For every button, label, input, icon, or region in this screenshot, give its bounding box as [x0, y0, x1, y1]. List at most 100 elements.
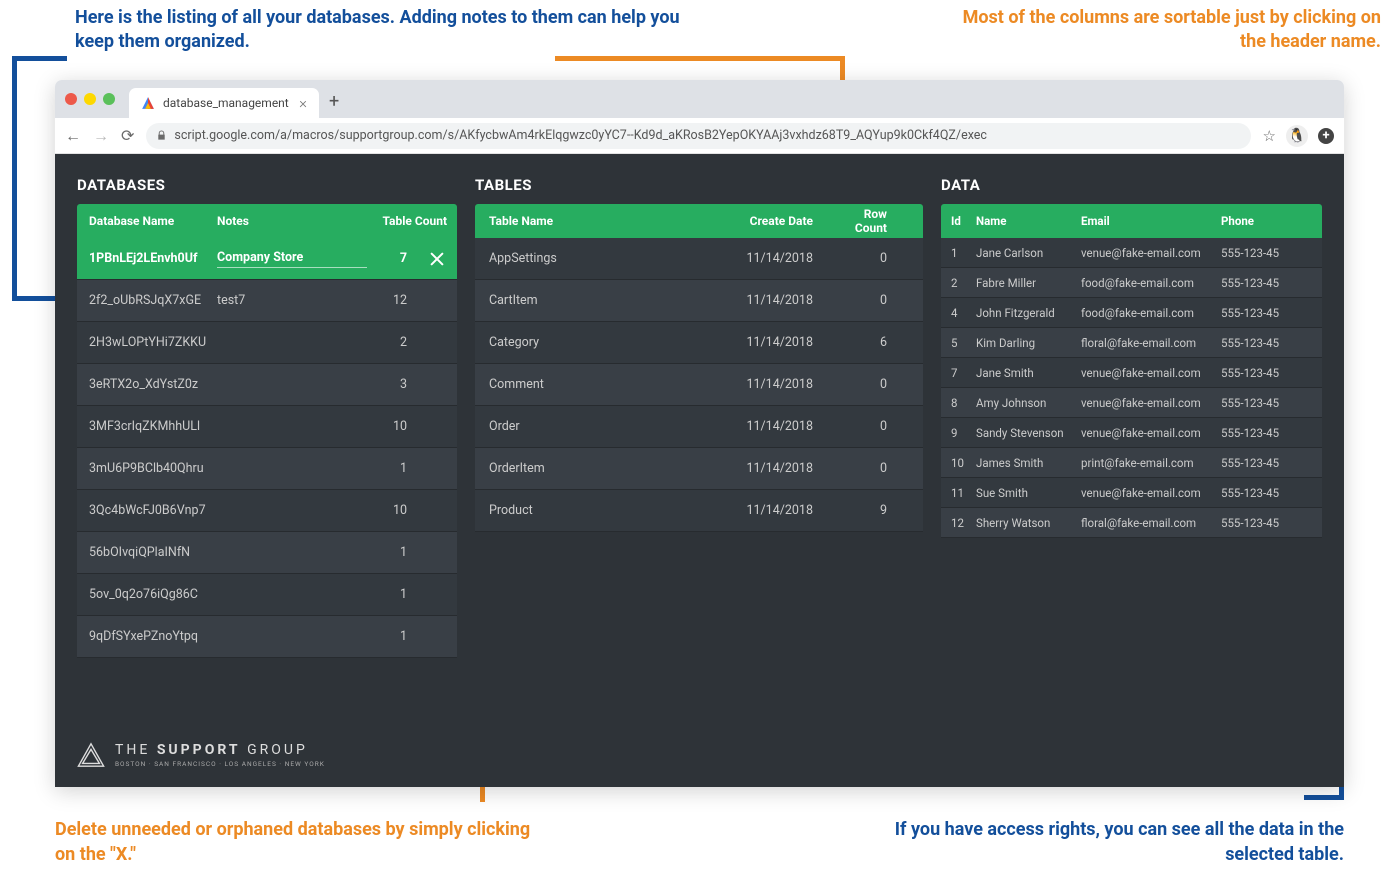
extension-icon[interactable]: +	[1318, 128, 1334, 144]
tables-rows: AppSettings11/14/20180CartItem11/14/2018…	[475, 238, 923, 532]
col-header-db-name[interactable]: Database Name	[77, 214, 217, 228]
table-row[interactable]: 5ov_0q2o76iQg86C1	[77, 574, 457, 616]
table-row[interactable]: 2H3wLOPtYHi7ZKKU2	[77, 322, 457, 364]
browser-address-bar: ← → ⟳ script.google.com/a/macros/support…	[55, 118, 1344, 154]
data-name-cell: Fabre Miller	[971, 276, 1081, 290]
data-name-cell: Jane Carlson	[971, 246, 1081, 260]
table-row[interactable]: Comment11/14/20180	[475, 364, 923, 406]
db-notes-cell[interactable]: Company Store	[217, 250, 367, 268]
annotation-bottom-right: If you have access rights, you can see a…	[824, 818, 1344, 867]
col-header-db-notes[interactable]: Notes	[217, 214, 367, 228]
db-delete-button[interactable]	[417, 251, 457, 267]
browser-window: database_management × + ← → ⟳ script.goo…	[55, 80, 1344, 787]
table-rowcount-cell: 0	[833, 419, 923, 434]
footer-logo: THE SUPPORT GROUP BOSTON · SAN FRANCISCO…	[77, 741, 325, 769]
table-row[interactable]: 10James Smithprint@fake-email.com555-123…	[941, 448, 1322, 478]
db-notes-cell[interactable]: test7	[217, 293, 367, 308]
table-row[interactable]: 2f2_oUbRSJqX7xGEtest712	[77, 280, 457, 322]
table-rowcount-cell: 0	[833, 377, 923, 392]
data-email-cell: venue@fake-email.com	[1081, 426, 1221, 440]
col-header-table-date[interactable]: Create Date	[713, 214, 833, 228]
tab-close-icon[interactable]: ×	[299, 94, 307, 112]
col-header-data-phone[interactable]: Phone	[1221, 214, 1299, 228]
db-count-cell: 1	[367, 545, 417, 560]
window-maximize-icon[interactable]	[103, 93, 115, 105]
table-name-cell: Product	[475, 503, 713, 518]
data-title: DATA	[941, 176, 1322, 194]
data-email-cell: venue@fake-email.com	[1081, 486, 1221, 500]
tableila-date-cell: 11/14/2018	[713, 335, 833, 350]
bookmark-star-icon[interactable]: ☆	[1263, 127, 1276, 145]
db-count-cell: 7	[367, 251, 417, 266]
nav-back-icon[interactable]: ←	[65, 126, 81, 146]
data-phone-cell: 555-123-45	[1221, 276, 1299, 290]
nav-forward-icon[interactable]: →	[93, 126, 109, 146]
table-row[interactable]: 1PBnLEj2LEnvh0UfCompany Store7	[77, 238, 457, 280]
table-row[interactable]: 1Jane Carlsonvenue@fake-email.com555-123…	[941, 238, 1322, 268]
db-name-cell: 3eRTX2o_XdYstZ0z	[77, 377, 217, 392]
data-email-cell: food@fake-email.com	[1081, 276, 1221, 290]
data-email-cell: floral@fake-email.com	[1081, 516, 1221, 530]
table-row[interactable]: CartItem11/14/20180	[475, 280, 923, 322]
table-row[interactable]: 2Fabre Millerfood@fake-email.com555-123-…	[941, 268, 1322, 298]
table-row[interactable]: 7Jane Smithvenue@fake-email.com555-123-4…	[941, 358, 1322, 388]
url-input[interactable]: script.google.com/a/macros/supportgroup.…	[146, 123, 1250, 149]
table-row[interactable]: OrderItem11/14/20180	[475, 448, 923, 490]
table-row[interactable]: 3eRTX2o_XdYstZ0z3	[77, 364, 457, 406]
table-row[interactable]: Category11/14/20186	[475, 322, 923, 364]
data-panel: DATA Id Name Email Phone 1Jane Carlsonve…	[941, 176, 1322, 787]
col-header-data-id[interactable]: Id	[941, 214, 971, 228]
databases-rows: 1PBnLEj2LEnvh0UfCompany Store72f2_oUbRSJ…	[77, 238, 457, 658]
close-icon	[429, 251, 445, 267]
data-name-cell: Sue Smith	[971, 486, 1081, 500]
browser-tabbar: database_management × +	[55, 80, 1344, 118]
tables-title: TABLES	[475, 176, 923, 194]
databases-header: Database Name Notes Table Count	[77, 204, 457, 238]
db-count-cell: 12	[367, 293, 417, 308]
data-email-cell: floral@fake-email.com	[1081, 336, 1221, 350]
new-tab-button[interactable]: +	[329, 91, 339, 112]
table-row[interactable]: 9Sandy Stevensonvenue@fake-email.com555-…	[941, 418, 1322, 448]
nav-reload-icon[interactable]: ⟳	[121, 126, 134, 145]
window-controls	[65, 93, 115, 105]
table-row[interactable]: 56bOIvqiQPlaINfN1	[77, 532, 457, 574]
table-row[interactable]: 5Kim Darlingfloral@fake-email.com555-123…	[941, 328, 1322, 358]
col-header-data-name[interactable]: Name	[971, 214, 1081, 228]
annotation-top-right: Most of the columns are sortable just by…	[961, 6, 1381, 55]
table-row[interactable]: 9qDfSYxePZnoYtpq1	[77, 616, 457, 658]
data-phone-cell: 555-123-45	[1221, 486, 1299, 500]
tables-panel: TABLES Table Name Create Date Row Count …	[475, 176, 923, 787]
data-name-cell: John Fitzgerald	[971, 306, 1081, 320]
table-name-cell: Order	[475, 419, 713, 434]
table-row[interactable]: Product11/14/20189	[475, 490, 923, 532]
table-row[interactable]: 3mU6P9BClb40Qhru1	[77, 448, 457, 490]
window-minimize-icon[interactable]	[84, 93, 96, 105]
col-header-data-email[interactable]: Email	[1081, 214, 1221, 228]
table-row[interactable]: Order11/14/20180	[475, 406, 923, 448]
db-count-cell: 10	[367, 503, 417, 518]
col-header-table-name[interactable]: Table Name	[475, 214, 713, 228]
table-row[interactable]: 3MF3crIqZKMhhULl10	[77, 406, 457, 448]
data-id-cell: 10	[941, 456, 971, 470]
data-phone-cell: 555-123-45	[1221, 336, 1299, 350]
db-count-cell: 10	[367, 419, 417, 434]
table-row[interactable]: 12Sherry Watsonfloral@fake-email.com555-…	[941, 508, 1322, 538]
data-name-cell: Sherry Watson	[971, 516, 1081, 530]
table-row[interactable]: 8Amy Johnsonvenue@fake-email.com555-123-…	[941, 388, 1322, 418]
table-row[interactable]: 3Qc4bWcFJ0B6Vnp710	[77, 490, 457, 532]
data-id-cell: 8	[941, 396, 971, 410]
profile-avatar-icon[interactable]: 🐧	[1286, 125, 1308, 147]
url-text: script.google.com/a/macros/supportgroup.…	[174, 128, 987, 143]
data-id-cell: 5	[941, 336, 971, 350]
table-row[interactable]: AppSettings11/14/20180	[475, 238, 923, 280]
table-row[interactable]: 4John Fitzgeraldfood@fake-email.com555-1…	[941, 298, 1322, 328]
window-close-icon[interactable]	[65, 93, 77, 105]
data-email-cell: food@fake-email.com	[1081, 306, 1221, 320]
data-phone-cell: 555-123-45	[1221, 246, 1299, 260]
col-header-table-rowcount[interactable]: Row Count	[833, 207, 923, 235]
table-rowcount-cell: 9	[833, 503, 923, 518]
data-email-cell: venue@fake-email.com	[1081, 366, 1221, 380]
browser-tab[interactable]: database_management ×	[129, 88, 319, 118]
table-row[interactable]: 11Sue Smithvenue@fake-email.com555-123-4…	[941, 478, 1322, 508]
col-header-db-count[interactable]: Table Count	[367, 214, 457, 228]
